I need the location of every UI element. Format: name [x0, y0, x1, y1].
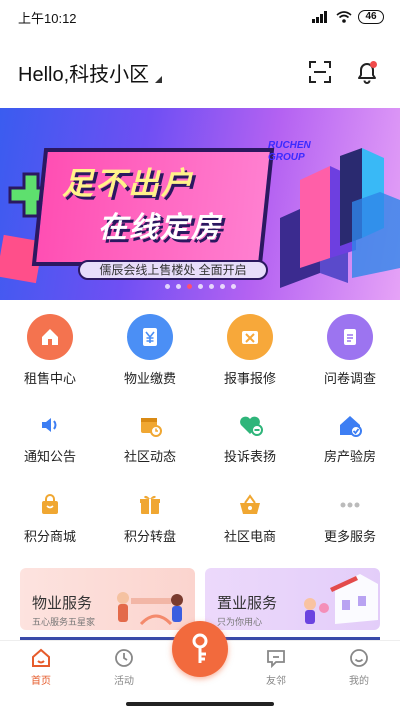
service-label: 问卷调查 [323, 371, 376, 386]
service-tools[interactable]: 报事报修 [200, 314, 300, 400]
notification-bell-icon[interactable] [354, 59, 380, 85]
carousel-dot[interactable] [175, 284, 181, 289]
service-basket[interactable]: 社区电商 [200, 480, 300, 560]
service-label: 投诉表扬 [223, 449, 276, 464]
community-name: Hello,科技小区 [18, 63, 150, 86]
clipboard-icon [327, 314, 373, 360]
home-icon [27, 314, 73, 360]
bottom-tab-bar: 首页 活动 友邻 我的 [0, 621, 400, 711]
tab-label: 我的 [349, 676, 369, 687]
service-label: 积分转盘 [123, 529, 176, 544]
scan-icon[interactable] [308, 60, 332, 84]
service-calendar-clock[interactable]: 社区动态 [100, 400, 200, 480]
service-label: 更多服务 [323, 529, 376, 544]
speaker-icon [35, 410, 65, 440]
yen-icon [127, 314, 173, 360]
community-selector[interactable]: Hello,科技小区 [18, 58, 163, 87]
service-label: 社区动态 [123, 449, 176, 464]
service-row-tertiary: 积分商城 积分转盘 社区电商 更多服务 [0, 480, 400, 560]
gift-icon [135, 490, 165, 520]
property-service-illustration [117, 592, 183, 626]
signal-icon [312, 11, 327, 23]
service-heart[interactable]: 投诉表扬 [200, 400, 300, 480]
service-label: 通知公告 [23, 449, 76, 464]
home-tab-icon [32, 648, 50, 667]
wifi-icon [336, 11, 352, 23]
service-speaker[interactable]: 通知公告 [0, 400, 100, 480]
service-label: 租售中心 [23, 371, 76, 386]
service-house-check[interactable]: 房产验房 [300, 400, 400, 480]
tab-activity[interactable]: 活动 [94, 647, 154, 687]
carousel-dot[interactable] [164, 284, 170, 289]
service-label: 物业缴费 [123, 371, 176, 386]
caret-down-icon [155, 75, 163, 83]
tab-profile[interactable]: 我的 [329, 647, 389, 687]
carousel-dot[interactable] [230, 284, 236, 289]
property-service-card[interactable]: 物业服务 五心服务五星家 [20, 568, 195, 630]
banner-headline-1: 足不出户 [62, 166, 194, 201]
shopping-bag-icon [35, 490, 65, 520]
banner-headline-2: 在线定房 [98, 212, 223, 244]
real-estate-illustration [304, 574, 378, 624]
carousel-dots [0, 284, 400, 289]
status-bar: 上午10:12 46 [0, 0, 400, 34]
tab-label: 友邻 [266, 676, 286, 687]
carousel-dot[interactable] [197, 284, 203, 289]
basket-icon [235, 490, 265, 520]
key-icon [192, 633, 208, 663]
tab-label: 活动 [114, 676, 134, 687]
service-yen[interactable]: 物业缴费 [100, 314, 200, 400]
door-key-button[interactable] [172, 621, 228, 677]
tools-icon [227, 314, 273, 360]
tab-label: 首页 [31, 676, 51, 687]
service-gift[interactable]: 积分转盘 [100, 480, 200, 560]
tab-home[interactable]: 首页 [11, 647, 71, 687]
service-grid: 租售中心 物业缴费 报事报修 问卷调查 通知公告 社区动态 投诉表扬 房产验房 积分商城 积分… [0, 314, 400, 560]
promo-banner[interactable]: 足不出户 在线定房 RUCHEN GROUP 儒辰会线上售楼处 全面开启 [0, 108, 400, 300]
service-label: 社区电商 [223, 529, 276, 544]
service-label: 报事报修 [223, 371, 276, 386]
battery-indicator: 46 [358, 10, 384, 24]
status-indicators: 46 [312, 10, 384, 24]
banner-tagline: 儒辰会线上售楼处 全面开启 [78, 260, 268, 280]
service-label: 积分商城 [23, 529, 76, 544]
calendar-clock-icon [135, 410, 165, 440]
service-label: 房产验房 [323, 449, 376, 464]
header: Hello,科技小区 [0, 52, 400, 92]
activity-icon [115, 649, 133, 667]
carousel-dot[interactable] [208, 284, 214, 289]
banner-brand: RUCHEN GROUP [268, 140, 311, 164]
more-dots-icon [335, 490, 365, 520]
banner-brand-bottom: GROUP [268, 152, 305, 163]
service-clipboard[interactable]: 问卷调查 [300, 314, 400, 400]
heart-icon [235, 410, 265, 440]
carousel-dot[interactable] [186, 284, 192, 289]
service-shopping-bag[interactable]: 积分商城 [0, 480, 100, 560]
service-more-dots[interactable]: 更多服务 [300, 480, 400, 560]
banner-brand-top: RUCHEN [268, 140, 311, 151]
profile-icon [350, 649, 368, 667]
chat-icon [267, 650, 285, 669]
house-check-icon [335, 410, 365, 440]
service-home[interactable]: 租售中心 [0, 314, 100, 400]
carousel-dot[interactable] [219, 284, 225, 289]
tab-neighbors[interactable]: 友邻 [246, 647, 306, 687]
home-indicator [126, 702, 274, 706]
service-row-secondary: 通知公告 社区动态 投诉表扬 房产验房 [0, 400, 400, 480]
service-row-primary: 租售中心 物业缴费 报事报修 问卷调查 [0, 314, 400, 400]
header-actions [308, 59, 380, 85]
status-time: 上午10:12 [18, 10, 77, 26]
real-estate-service-card[interactable]: 置业服务 只为你用心 [205, 568, 380, 630]
